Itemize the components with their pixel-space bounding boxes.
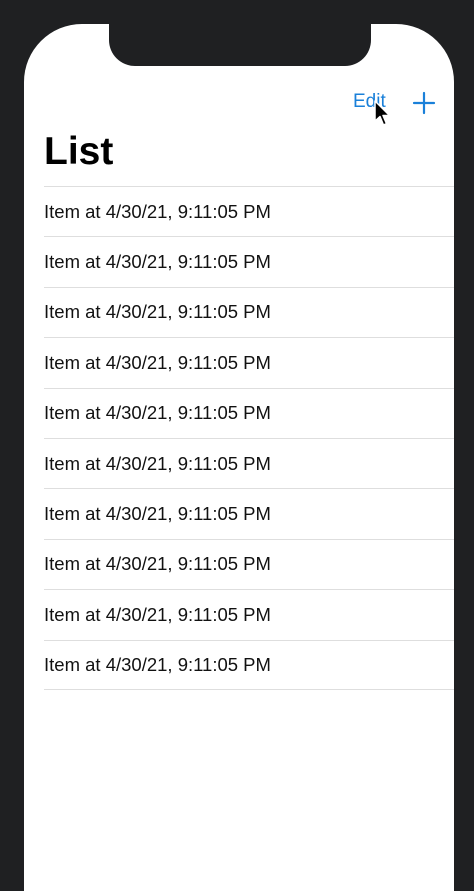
list-item[interactable]: Item at 4/30/21, 9:11:05 PM: [44, 437, 454, 488]
item-list: Item at 4/30/21, 9:11:05 PM Item at 4/30…: [44, 186, 454, 690]
device-notch: [109, 24, 371, 66]
list-item[interactable]: Item at 4/30/21, 9:11:05 PM: [44, 589, 454, 639]
list-item[interactable]: Item at 4/30/21, 9:11:05 PM: [44, 387, 454, 438]
list-item[interactable]: Item at 4/30/21, 9:11:05 PM: [44, 337, 454, 387]
list-item[interactable]: Item at 4/30/21, 9:11:05 PM: [44, 639, 454, 690]
list-item[interactable]: Item at 4/30/21, 9:11:05 PM: [44, 186, 454, 236]
add-button[interactable]: [411, 90, 437, 116]
list-item[interactable]: Item at 4/30/21, 9:11:05 PM: [44, 488, 454, 538]
plus-icon: [412, 91, 436, 115]
edit-button[interactable]: Edit: [353, 91, 386, 113]
page-title: List: [44, 130, 114, 173]
list-item[interactable]: Item at 4/30/21, 9:11:05 PM: [44, 286, 454, 337]
list-item[interactable]: Item at 4/30/21, 9:11:05 PM: [44, 236, 454, 286]
list-item[interactable]: Item at 4/30/21, 9:11:05 PM: [44, 538, 454, 589]
app-screen: Edit List Item at 4/30/21, 9:11:05 PM It…: [24, 24, 454, 891]
